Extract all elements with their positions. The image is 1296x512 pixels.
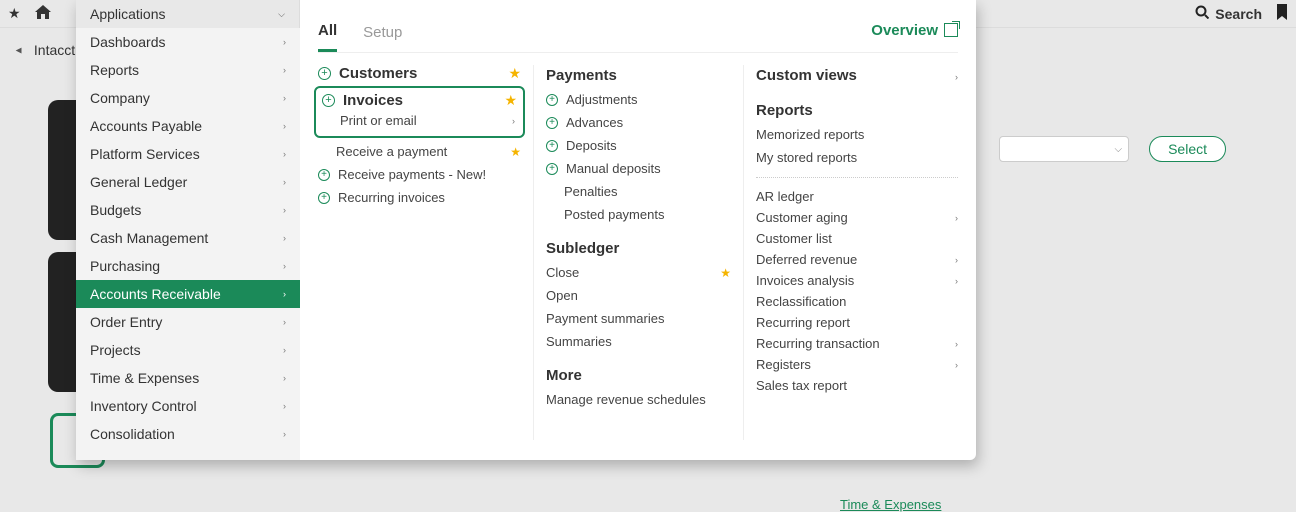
menu-posted-payments[interactable]: Posted payments [546,203,731,226]
chevron-right-icon: › [955,276,958,286]
menu-payment-summaries[interactable]: Payment summaries [546,307,731,330]
bookmark-icon[interactable] [1276,4,1288,23]
overview-link[interactable]: Overview [871,22,958,47]
invoices-highlighted-group: + Invoices ★ Print or email › [314,86,525,138]
applications-menu-trigger[interactable]: Applications ⌵ [76,0,300,28]
divider [756,177,958,178]
heading-reports: Reports [756,102,958,119]
sidebar-item-cash-management[interactable]: Cash Management› [76,224,300,252]
sidebar: Dashboards› Reports› Company› Accounts P… [76,0,300,460]
menu-summaries[interactable]: Summaries [546,330,731,353]
heading-payments: Payments [546,67,731,84]
menu-print-or-email[interactable]: Print or email › [320,109,519,132]
menu-memorized-reports[interactable]: Memorized reports [756,123,958,146]
tab-all[interactable]: All [318,16,337,52]
search-icon [1195,5,1209,22]
plus-circle-icon: + [318,192,330,204]
menu-customer-list[interactable]: Customer list [756,228,958,249]
menu-manage-revenue-schedules[interactable]: Manage revenue schedules [546,388,731,411]
star-icon[interactable]: ★ [8,5,21,22]
menu-registers[interactable]: Registers› [756,354,958,375]
menu-receive-payments-new[interactable]: + Receive payments - New! [318,163,521,186]
sidebar-item-time-expenses[interactable]: Time & Expenses› [76,364,300,392]
sidebar-item-budgets[interactable]: Budgets› [76,196,300,224]
menu-customer-aging[interactable]: Customer aging› [756,207,958,228]
chevron-right-icon: › [955,213,958,223]
sidebar-item-platform-services[interactable]: Platform Services› [76,140,300,168]
chevron-right-icon: › [955,255,958,265]
star-icon: ★ [504,92,517,109]
chevron-down-icon: ⌵ [278,9,285,20]
external-link-icon [944,23,958,37]
menu-adjustments[interactable]: +Adjustments [546,88,731,111]
sidebar-item-general-ledger[interactable]: General Ledger› [76,168,300,196]
menu-invoices-analysis[interactable]: Invoices analysis› [756,270,958,291]
menu-sales-tax-report[interactable]: Sales tax report [756,375,958,396]
select-button[interactable]: Select [1149,136,1226,162]
plus-circle-icon: + [546,94,558,106]
heading-subledger: Subledger [546,240,731,257]
menu-invoices[interactable]: + Invoices ★ [320,92,519,109]
menu-ar-ledger[interactable]: AR ledger [756,186,958,207]
sidebar-item-inventory-control[interactable]: Inventory Control› [76,392,300,420]
menu-advances[interactable]: +Advances [546,111,731,134]
star-icon: ★ [510,145,521,159]
search-label: Search [1215,6,1262,22]
menu-recurring-report[interactable]: Recurring report [756,312,958,333]
sidebar-item-purchasing[interactable]: Purchasing› [76,252,300,280]
chevron-right-icon: › [955,72,958,82]
chevron-right-icon: › [512,116,515,126]
star-icon: ★ [508,65,521,82]
tab-setup[interactable]: Setup [363,18,402,51]
menu-deposits[interactable]: +Deposits [546,134,731,157]
menu-customers[interactable]: + Customers ★ [318,65,521,82]
plus-circle-icon: + [546,140,558,152]
chevron-down-icon[interactable]: ▲ [13,45,24,55]
menu-penalties[interactable]: Penalties [546,180,731,203]
sidebar-item-projects[interactable]: Projects› [76,336,300,364]
plus-circle-icon: + [322,94,335,107]
sidebar-item-reports[interactable]: Reports› [76,56,300,84]
menu-recurring-invoices[interactable]: + Recurring invoices [318,186,521,209]
chevron-right-icon: › [955,339,958,349]
menu-manual-deposits[interactable]: +Manual deposits [546,157,731,180]
sidebar-item-accounts-receivable[interactable]: Accounts Receivable› [76,280,300,308]
plus-circle-icon: + [546,163,558,175]
plus-circle-icon: + [546,117,558,129]
sidebar-item-order-entry[interactable]: Order Entry› [76,308,300,336]
plus-circle-icon: + [318,67,331,80]
menu-close[interactable]: Close★ [546,261,731,284]
heading-more: More [546,367,731,384]
menu-recurring-transaction[interactable]: Recurring transaction› [756,333,958,354]
menu-deferred-revenue[interactable]: Deferred revenue› [756,249,958,270]
breadcrumb: Intacct [34,42,75,58]
applications-mega-menu: Dashboards› Reports› Company› Accounts P… [76,0,976,460]
search-button[interactable]: Search [1195,5,1262,22]
sidebar-item-dashboards[interactable]: Dashboards› [76,28,300,56]
star-icon: ★ [720,266,731,280]
menu-open[interactable]: Open [546,284,731,307]
time-expenses-link[interactable]: Time & Expenses [840,497,941,512]
plus-circle-icon: + [318,169,330,181]
sidebar-item-company[interactable]: Company› [76,84,300,112]
menu-receive-a-payment[interactable]: Receive a payment ★ [318,140,521,163]
menu-reclassification[interactable]: Reclassification [756,291,958,312]
home-icon[interactable] [35,5,51,22]
sidebar-item-consolidation[interactable]: Consolidation› [76,420,300,448]
sidebar-item-accounts-payable[interactable]: Accounts Payable› [76,112,300,140]
dropdown[interactable]: ⌵ [999,136,1129,162]
menu-custom-views[interactable]: Custom views › [756,65,958,88]
menu-my-stored-reports[interactable]: My stored reports [756,146,958,169]
chevron-right-icon: › [955,360,958,370]
